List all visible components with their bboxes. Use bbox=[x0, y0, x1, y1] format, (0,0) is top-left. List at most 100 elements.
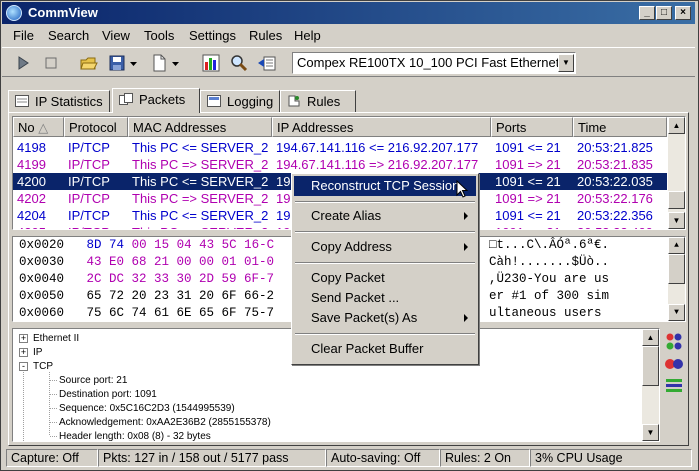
tree-scrollbar[interactable]: ▲ ▼ bbox=[642, 329, 659, 441]
cell-mac: This PC => SERVER_2 bbox=[132, 157, 269, 172]
cell-ports: 1091 <= 21 bbox=[495, 140, 561, 155]
open-icon[interactable] bbox=[78, 52, 100, 74]
tab-logging[interactable]: Logging bbox=[200, 90, 280, 112]
save-icon[interactable] bbox=[106, 52, 128, 74]
menu-search[interactable]: Search bbox=[48, 28, 89, 43]
tree-detail[interactable]: Destination port: 1091 bbox=[59, 388, 157, 401]
play-icon[interactable] bbox=[12, 52, 34, 74]
hex-offset: 0x0060 bbox=[19, 306, 65, 320]
scroll-up-icon[interactable]: ▲ bbox=[668, 237, 685, 254]
menu-settings[interactable]: Settings bbox=[189, 28, 236, 43]
scroll-thumb[interactable] bbox=[642, 346, 659, 386]
tree-detail[interactable]: Acknowledgement: 0xAA2E36B2 (2855155378) bbox=[59, 416, 271, 429]
column-protocol-label: Protocol bbox=[69, 120, 117, 135]
tab-packets[interactable]: Packets bbox=[112, 88, 200, 113]
cell-ports: 1091 => 21 bbox=[495, 191, 561, 206]
status-capture: Capture: Off bbox=[6, 449, 98, 467]
logging-icon bbox=[207, 95, 221, 107]
hex-offset: 0x0020 bbox=[19, 238, 65, 252]
menu-tools[interactable]: Tools bbox=[144, 28, 174, 43]
packet-list-scrollbar[interactable]: ▲ ▼ bbox=[668, 117, 685, 229]
status-cpu: 3% CPU Usage bbox=[530, 449, 692, 467]
tab-ip-statistics[interactable]: IP Statistics bbox=[8, 90, 110, 112]
scroll-up-icon[interactable]: ▲ bbox=[668, 117, 685, 134]
tree-detail[interactable]: Source port: 21 bbox=[59, 374, 127, 387]
new-icon[interactable] bbox=[148, 52, 170, 74]
rules-icon bbox=[287, 95, 301, 107]
cell-protocol: IP/TCP bbox=[68, 140, 110, 155]
expand-icon[interactable]: + bbox=[19, 348, 28, 357]
packets-icon bbox=[119, 93, 133, 105]
cell-ports: 1091 => 21 bbox=[495, 157, 561, 172]
column-ports[interactable]: Ports bbox=[491, 117, 573, 137]
menu-view[interactable]: View bbox=[102, 28, 130, 43]
hex-bytes: 8D 74 bbox=[86, 238, 125, 252]
cell-mac: This PC <= SERVER_2 bbox=[132, 140, 269, 155]
hex-line: 0x0060 75 6C 74 61 6E 65 6F 75-7 bbox=[19, 305, 274, 321]
menu-item-label: Copy Packet bbox=[311, 270, 385, 285]
cell-no: 4199 bbox=[17, 157, 46, 172]
menu-create-alias[interactable]: Create Alias bbox=[294, 206, 476, 226]
maximize-button[interactable]: □ bbox=[656, 6, 672, 20]
column-time[interactable]: Time bbox=[573, 117, 667, 137]
ascii-line: Càh!.......$Üò.. bbox=[489, 255, 610, 269]
cell-mac: This PC => SERVER_2 bbox=[132, 191, 269, 206]
menu-save-packets-as[interactable]: Save Packet(s) As bbox=[294, 308, 476, 328]
close-button[interactable]: × bbox=[675, 6, 691, 20]
column-mac-addresses[interactable]: MAC Addresses bbox=[128, 117, 272, 137]
tab-rules[interactable]: Rules bbox=[280, 90, 356, 112]
minimize-button[interactable]: _ bbox=[639, 6, 655, 20]
column-no[interactable]: No △ bbox=[13, 117, 64, 137]
scroll-up-icon[interactable]: ▲ bbox=[642, 329, 659, 346]
expand-icon[interactable]: + bbox=[19, 334, 28, 343]
stats-icon[interactable] bbox=[200, 52, 222, 74]
table-row[interactable]: 4199 IP/TCP This PC => SERVER_2 194.67.141.… bbox=[13, 156, 667, 173]
scroll-down-icon[interactable]: ▼ bbox=[668, 212, 685, 229]
tree-detail[interactable]: Header length: 0x08 (8) - 32 bytes bbox=[59, 430, 211, 441]
tree-node-ethernet[interactable]: Ethernet II bbox=[33, 332, 79, 345]
cell-time: 20:53:22.400 bbox=[573, 224, 667, 229]
new-dropdown-icon[interactable] bbox=[170, 52, 182, 74]
app-icon bbox=[6, 5, 22, 21]
menu-separator bbox=[295, 262, 475, 264]
menu-file[interactable]: File bbox=[13, 28, 34, 43]
cell-protocol: IP/TCP bbox=[64, 224, 128, 229]
hex-bytes: 2C DC 32 33 30 2D 59 6F-7 bbox=[86, 272, 275, 286]
scroll-down-icon[interactable]: ▼ bbox=[668, 304, 685, 321]
tree-node-ip[interactable]: IP bbox=[33, 346, 42, 359]
column-time-label: Time bbox=[578, 120, 607, 135]
menu-copy-packet[interactable]: Copy Packet bbox=[294, 268, 476, 288]
hex-scrollbar[interactable]: ▲ ▼ bbox=[668, 237, 685, 321]
export-icon[interactable] bbox=[256, 52, 278, 74]
tree-detail[interactable]: Sequence: 0x5C16C2D3 (1544995539) bbox=[59, 402, 235, 415]
chevron-down-icon[interactable]: ▼ bbox=[558, 54, 574, 72]
cell-protocol: IP/TCP bbox=[68, 191, 110, 206]
search-icon[interactable] bbox=[228, 52, 250, 74]
menu-help[interactable]: Help bbox=[294, 28, 321, 43]
scroll-thumb[interactable] bbox=[668, 254, 685, 284]
column-ip-addresses[interactable]: IP Addresses bbox=[272, 117, 491, 137]
save-dropdown-icon[interactable] bbox=[128, 52, 140, 74]
table-row[interactable]: 4198 IP/TCP This PC <= SERVER_2 194.67.141.… bbox=[13, 139, 667, 156]
menu-reconstruct-tcp-session[interactable]: Reconstruct TCP Session bbox=[294, 176, 476, 196]
column-ports-label: Ports bbox=[496, 120, 527, 135]
menu-copy-address[interactable]: Copy Address bbox=[294, 237, 476, 257]
cell-no: 4198 bbox=[17, 140, 46, 155]
column-no-label: No bbox=[18, 120, 35, 135]
scroll-down-icon[interactable]: ▼ bbox=[642, 424, 659, 441]
menu-clear-packet-buffer[interactable]: Clear Packet Buffer bbox=[294, 339, 476, 359]
toolbar: Compex RE100TX 10_100 PCI Fast Ethernet … bbox=[2, 47, 695, 77]
expand-all-icon[interactable] bbox=[664, 332, 684, 352]
list-view-icon[interactable] bbox=[664, 376, 684, 396]
collapse-all-icon[interactable] bbox=[664, 354, 684, 374]
context-menu: Reconstruct TCP Session Create Alias Cop… bbox=[291, 173, 479, 365]
cell-mac: This PC <= SERVER_2 bbox=[132, 174, 269, 189]
scroll-thumb[interactable] bbox=[668, 191, 685, 209]
column-protocol[interactable]: Protocol bbox=[64, 117, 128, 137]
menu-rules[interactable]: Rules bbox=[249, 28, 282, 43]
collapse-icon[interactable]: - bbox=[19, 362, 28, 371]
stop-icon[interactable] bbox=[40, 52, 62, 74]
menu-send-packet[interactable]: Send Packet ... bbox=[294, 288, 476, 308]
ascii-line: er #1 of 300 sim bbox=[489, 289, 610, 303]
adapter-select[interactable]: Compex RE100TX 10_100 PCI Fast Ethernet … bbox=[292, 52, 576, 74]
